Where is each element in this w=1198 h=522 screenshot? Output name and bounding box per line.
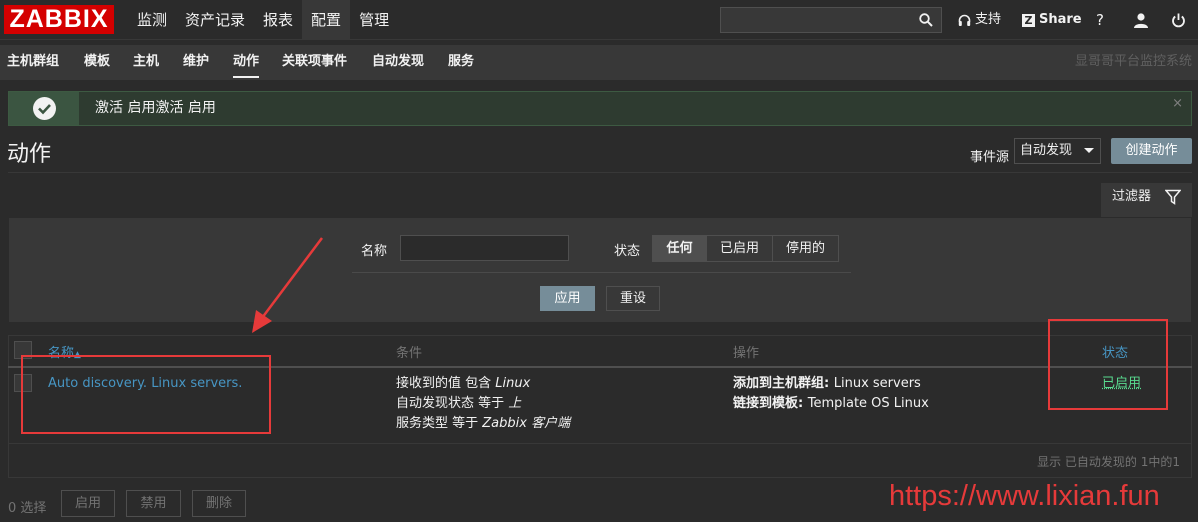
chevron-down-icon	[1084, 148, 1094, 158]
filter-panel	[8, 217, 1192, 323]
column-conditions-header: 条件	[396, 346, 423, 361]
annotation-box-name	[21, 355, 271, 434]
watermark-text: https://www.lixian.fun	[889, 480, 1160, 512]
search-icon[interactable]	[919, 13, 933, 27]
event-source-value: 自动发现	[1020, 143, 1073, 158]
filter-icon	[1165, 189, 1181, 205]
operation-line: 链接到模板: Template OS Linux	[733, 396, 929, 411]
support-link[interactable]: 支持	[958, 0, 1001, 40]
sub-nav: 主机群组 模板 主机 维护 动作 关联项事件 自动发现 服务 显哥哥平台监控系统	[0, 45, 1198, 80]
mass-delete-button[interactable]: 删除	[192, 490, 246, 517]
filter-name-input[interactable]	[400, 235, 569, 261]
operation-line: 添加到主机群组: Linux servers	[733, 376, 921, 391]
message-text: 激活 启用激活 启用	[95, 100, 216, 116]
create-action-button[interactable]: 创建动作	[1111, 138, 1192, 164]
help-button[interactable]: ?	[1096, 0, 1104, 40]
main-nav-administration[interactable]: 管理	[350, 0, 398, 40]
table-stats: 显示 已自动发现的 1中的1	[1037, 455, 1180, 469]
subnav-templates[interactable]: 模板	[84, 45, 110, 78]
subnav-hosts[interactable]: 主机	[133, 45, 159, 78]
mass-disable-button[interactable]: 禁用	[126, 490, 181, 517]
status-disabled-button[interactable]: 停用的	[772, 235, 839, 262]
condition-line: 接收到的值 包含 Linux	[396, 376, 531, 391]
sign-out-button[interactable]	[1171, 0, 1186, 40]
filter-tab[interactable]: 过滤器	[1101, 183, 1192, 217]
main-nav: 监测 资产记录 报表 配置 管理	[128, 0, 398, 40]
zabbix-logo[interactable]: ZABBIX	[4, 5, 114, 34]
filter-name-label: 名称	[361, 244, 388, 259]
main-nav-inventory[interactable]: 资产记录	[176, 0, 254, 40]
subnav-actions[interactable]: 动作	[233, 45, 260, 78]
action-conditions: 接收到的值 包含 Linux 自动发现状态 等于 上 服务类型 等于 Zabbi…	[396, 374, 570, 434]
close-icon[interactable]: ×	[1172, 96, 1183, 111]
user-profile-button[interactable]	[1133, 0, 1149, 40]
divider	[8, 172, 1192, 173]
main-nav-configuration[interactable]: 配置	[302, 0, 351, 40]
search-input[interactable]	[720, 7, 942, 33]
filter-divider	[352, 272, 851, 273]
event-source-select[interactable]: 自动发现	[1014, 138, 1101, 164]
success-message: 激活 启用激活 启用 ×	[8, 91, 1192, 126]
support-label: 支持	[975, 12, 1002, 27]
share-link[interactable]: Z Share	[1022, 0, 1082, 40]
table-footer: 显示 已自动发现的 1中的1	[8, 443, 1192, 478]
server-brand-name: 显哥哥平台监控系统	[1074, 54, 1192, 69]
headset-icon	[958, 14, 971, 26]
subnav-discovery[interactable]: 自动发现	[372, 45, 424, 78]
check-icon	[33, 97, 56, 120]
selected-count: 0 选择	[8, 501, 47, 516]
event-source-label: 事件源	[970, 150, 1010, 165]
apply-button[interactable]: 应用	[540, 286, 595, 311]
subnav-services[interactable]: 服务	[448, 45, 474, 78]
mass-enable-button[interactable]: 启用	[61, 490, 115, 517]
subnav-maintenance[interactable]: 维护	[183, 45, 209, 78]
zabbix-share-icon: Z	[1022, 13, 1035, 27]
subnav-host-groups[interactable]: 主机群组	[7, 45, 59, 78]
main-nav-monitoring[interactable]: 监测	[128, 0, 176, 40]
annotation-box-status	[1048, 319, 1168, 410]
power-icon	[1172, 13, 1185, 27]
user-icon	[1134, 13, 1148, 28]
page-title: 动作	[7, 142, 52, 167]
subnav-event-correlation[interactable]: 关联项事件	[282, 45, 347, 78]
top-bar: ZABBIX 监测 资产记录 报表 配置 管理 支持 Z Share ?	[0, 0, 1198, 40]
condition-line: 服务类型 等于 Zabbix 客户端	[396, 416, 571, 431]
action-operations: 添加到主机群组: Linux servers 链接到模板: Template O…	[733, 374, 929, 414]
filter-tab-label: 过滤器	[1112, 189, 1152, 204]
filter-status-label: 状态	[614, 244, 641, 259]
share-label: Share	[1039, 12, 1082, 27]
status-enabled-button[interactable]: 已启用	[706, 235, 773, 262]
main-nav-reports[interactable]: 报表	[254, 0, 302, 40]
column-operations-header: 操作	[733, 346, 760, 361]
condition-line: 自动发现状态 等于 上	[396, 396, 522, 411]
reset-button[interactable]: 重设	[606, 286, 660, 311]
status-any-button[interactable]: 任何	[652, 235, 707, 262]
